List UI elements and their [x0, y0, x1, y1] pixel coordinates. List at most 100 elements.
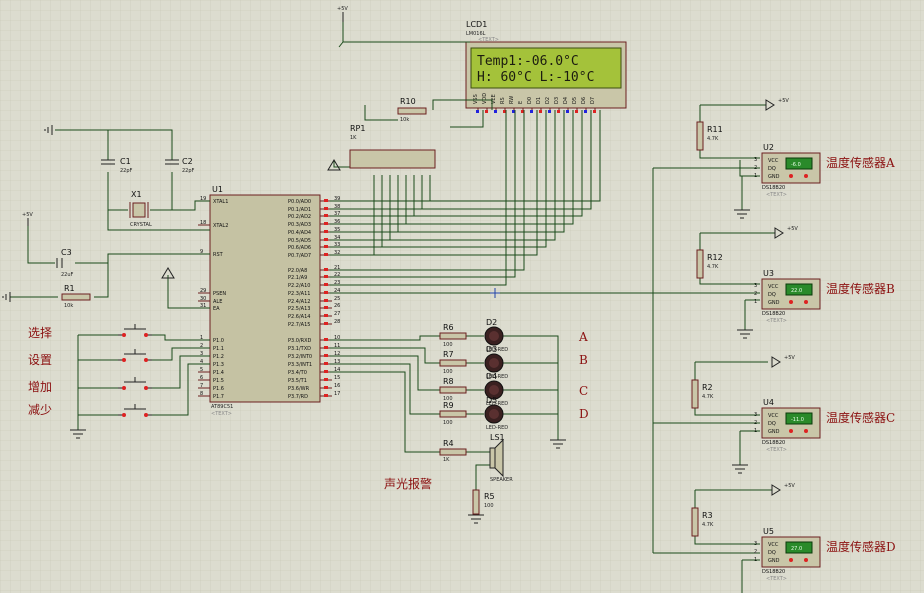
- mcu-left-pin-label: P1.0: [213, 338, 224, 344]
- mcu-right-pin-label: P0.4/AD4: [288, 230, 311, 236]
- sensor-pin-label: GND: [768, 558, 780, 564]
- mcu-right-pin-marker: [324, 275, 328, 278]
- mcu-right-pin-label: P0.6/AD6: [288, 245, 311, 251]
- sensor-pin-num: 3: [754, 412, 757, 418]
- mcu-right-pin-marker: [324, 346, 328, 349]
- sensor-pin-num: 2: [754, 549, 757, 555]
- button-label-set: 设置: [28, 353, 52, 367]
- mcu-right-pin-label: P2.7/A15: [288, 322, 310, 328]
- pullup-ref: R11: [707, 125, 723, 134]
- sensor-label: 温度传感器B: [826, 281, 895, 296]
- lcd-line2: H: 60°C L:-10°C: [477, 70, 594, 85]
- mcu-right-pin-label: P2.6/A14: [288, 314, 310, 320]
- sensor-pin-label: GND: [768, 174, 780, 180]
- lcd-pin-marker: [593, 110, 596, 113]
- r4-value: 1K: [443, 457, 450, 463]
- r10-value: 10k: [400, 117, 409, 123]
- ls1-value: SPEAKER: [490, 477, 513, 483]
- lcd-pin-marker: [476, 110, 479, 113]
- x1-value: CRYSTAL: [130, 222, 152, 228]
- button-label-increase: 增加: [28, 380, 52, 394]
- sensor-ref: U4: [763, 398, 774, 407]
- pullup-value: 4.7K: [702, 394, 714, 400]
- mcu-right-pin-marker: [324, 291, 328, 294]
- mcu-left-pin-label: P1.6: [213, 386, 224, 392]
- sensor-reading: 27.0: [791, 546, 802, 552]
- led-resistor-ref: R9: [443, 401, 454, 410]
- sensor-pin-num: 1: [754, 299, 757, 305]
- sensor-part: DS18B20: [762, 185, 785, 191]
- mcu-left-pin-label: P1.7: [213, 394, 224, 400]
- power-arrow-label: +5V: [787, 226, 798, 232]
- led-ref: D5: [486, 396, 497, 405]
- led-resistor-ref: R6: [443, 323, 454, 332]
- sensor-ref: U5: [763, 527, 774, 536]
- sensor-pin-label: DQ: [768, 550, 776, 556]
- power-arrow-label: +5V: [778, 98, 789, 104]
- rp1-ref: RP1: [350, 124, 365, 133]
- mcu-right-pin-label: P3.1/TXD: [288, 346, 311, 352]
- led-resistor-value: 100: [443, 342, 453, 348]
- led-label-b: B: [579, 353, 588, 367]
- mcu-right-pin-marker: [324, 299, 328, 302]
- mcu-right-pin-marker: [324, 378, 328, 381]
- mcu-left-pin-num: 7: [200, 383, 203, 389]
- mcu-right-pin-marker: [324, 214, 328, 217]
- mcu-right-pin-marker: [324, 199, 328, 202]
- sensor-placeholder: <TEXT>: [766, 576, 787, 582]
- mcu-right-pin-marker: [324, 322, 328, 325]
- pullup-ref: R2: [702, 383, 713, 392]
- mcu-left-pin-label: P1.3: [213, 362, 224, 368]
- c1-ref: C1: [120, 157, 131, 166]
- mcu-left-pin-label: XTAL1: [213, 199, 228, 205]
- svg-text:+5V: +5V: [337, 6, 348, 12]
- lcd-pin-label: D3: [554, 97, 560, 104]
- lcd-pin-marker: [494, 110, 497, 113]
- mcu-right-pin-marker: [324, 306, 328, 309]
- mcu-right-pin-marker: [324, 207, 328, 210]
- mcu-right-pin-label: P0.7/AD7: [288, 253, 311, 259]
- pullup-value: 4.7K: [707, 264, 719, 270]
- sensor-pin-num: 1: [754, 557, 757, 563]
- sensor-pin-label: VCC: [768, 542, 779, 548]
- sensor-placeholder: <TEXT>: [766, 318, 787, 324]
- sensor-pin-num: 1: [754, 428, 757, 434]
- c2-value: 22pF: [182, 168, 195, 174]
- mcu-left-pin-label: PSEN: [213, 291, 226, 297]
- button-label-decrease: 减少: [28, 403, 52, 417]
- led-ref: D4: [486, 372, 497, 381]
- mcu-right-pin-marker: [324, 386, 328, 389]
- mcu-chip[interactable]: U1 AT89C51 <TEXT> XTAL119XTAL218RST9PSEN…: [198, 185, 340, 417]
- lcd-pin-label: D4: [563, 97, 569, 104]
- mcu-left-pin-label: RST: [213, 252, 224, 258]
- lcd-pin-label: VSS: [473, 94, 479, 104]
- mcu-right-pin-num: 16: [334, 383, 340, 389]
- mcu-right-pin-label: P3.6/WR: [288, 386, 310, 392]
- mcu-right-pin-label: P3.0/RXD: [288, 338, 312, 344]
- mcu-left-pin-label: P1.1: [213, 346, 224, 352]
- led-resistor-value: 100: [443, 420, 453, 426]
- mcu-right-pin-label: P2.2/A10: [288, 283, 310, 289]
- lcd-pin-marker: [566, 110, 569, 113]
- lcd-pin-label: D7: [590, 97, 596, 104]
- lcd-pin-marker: [539, 110, 542, 113]
- sensor-pin-num: 1: [754, 173, 757, 179]
- x1-ref: X1: [131, 190, 142, 199]
- mcu-right-pin-label: P0.0/AD0: [288, 199, 311, 205]
- mcu-right-pin-marker: [324, 222, 328, 225]
- sensor-pin-num: 2: [754, 291, 757, 297]
- mcu-right-pin-marker: [324, 338, 328, 341]
- mcu-left-pin-label: P1.2: [213, 354, 224, 360]
- lcd-placeholder: <TEXT>: [478, 37, 499, 43]
- power-arrow-label: +5V: [784, 355, 795, 361]
- mcu-left-pin-label: EA: [213, 306, 220, 312]
- r5-value: 100: [484, 503, 494, 509]
- mcu-left-pin-label: P1.5: [213, 378, 224, 384]
- led-label-a: A: [578, 330, 588, 344]
- sensor-pin-label: GND: [768, 300, 780, 306]
- mcu-right-pin-marker: [324, 354, 328, 357]
- c3-ref: C3: [61, 248, 72, 257]
- led-ref: D3: [486, 345, 497, 354]
- schematic-canvas[interactable]: Temp1:-06.0°C H: 60°C L:-10°C LCD1 LM016…: [0, 0, 924, 593]
- mcu-part: AT89C51: [211, 404, 233, 410]
